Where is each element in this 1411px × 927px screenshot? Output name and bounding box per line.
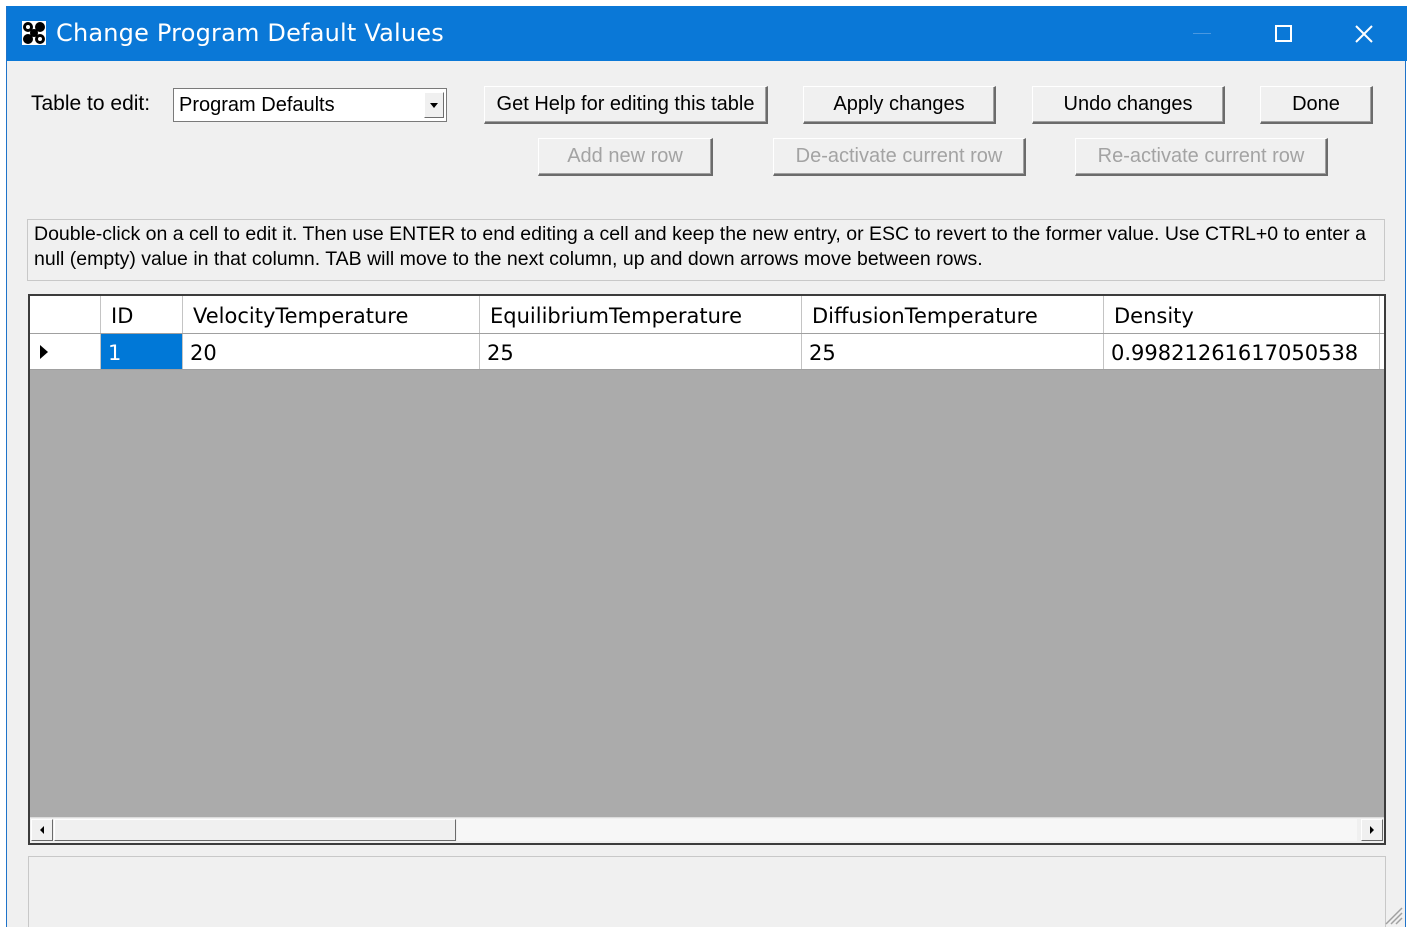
maximize-icon — [1274, 25, 1292, 42]
current-row-arrow-icon — [40, 345, 48, 359]
undo-changes-button[interactable]: Undo changes — [1032, 86, 1225, 124]
help-text: Double-click on a cell to edit it. Then … — [27, 219, 1385, 281]
column-header-equilibrium-temperature[interactable]: EquilibriumTemperature — [480, 296, 802, 333]
table-to-edit-label: Table to edit: — [31, 92, 151, 115]
get-help-button[interactable]: Get Help for editing this table — [484, 86, 768, 124]
cell-velocity-temperature[interactable]: 20 — [183, 334, 480, 369]
column-header-velocity-temperature[interactable]: VelocityTemperature — [183, 296, 480, 333]
window-title: Change Program Default Values — [56, 19, 444, 47]
cell-id[interactable]: 1 — [101, 334, 183, 369]
horizontal-scrollbar[interactable] — [30, 817, 1384, 843]
row-header-corner[interactable] — [30, 296, 101, 333]
table-select-value: Program Defaults — [179, 94, 335, 116]
arrow-left-icon — [40, 826, 44, 834]
table-row[interactable]: 1 20 25 25 0.99821261617050538 — [30, 334, 1384, 370]
chevron-down-icon — [430, 102, 438, 108]
title-bar[interactable]: Change Program Default Values — [7, 6, 1407, 61]
reactivate-row-button[interactable]: Re-activate current row — [1075, 138, 1328, 176]
minimize-button[interactable] — [1162, 6, 1242, 61]
dropdown-button[interactable] — [424, 92, 444, 118]
scrollbar-track[interactable] — [457, 819, 1357, 841]
dialog-window: Change Program Default Values Table to e… — [6, 6, 1407, 927]
status-panel — [28, 856, 1386, 927]
maximize-button[interactable] — [1243, 6, 1323, 61]
column-header-id[interactable]: ID — [101, 296, 183, 333]
cell-density[interactable]: 0.99821261617050538 — [1104, 334, 1380, 369]
data-grid[interactable]: ID VelocityTemperature EquilibriumTemper… — [28, 294, 1386, 845]
column-header-density[interactable]: Density — [1104, 296, 1380, 333]
minimize-icon — [1193, 33, 1211, 34]
apply-changes-button[interactable]: Apply changes — [803, 86, 996, 124]
scroll-right-button[interactable] — [1361, 819, 1383, 841]
app-icon — [22, 21, 46, 45]
row-header[interactable] — [30, 334, 101, 369]
arrow-right-icon — [1370, 826, 1374, 834]
cell-diffusion-temperature[interactable]: 25 — [802, 334, 1104, 369]
scroll-left-button[interactable] — [31, 819, 53, 841]
close-icon — [1355, 24, 1373, 43]
deactivate-row-button[interactable]: De-activate current row — [773, 138, 1026, 176]
column-header-diffusion-temperature[interactable]: DiffusionTemperature — [802, 296, 1104, 333]
done-button[interactable]: Done — [1260, 86, 1373, 124]
table-select[interactable]: Program Defaults — [173, 88, 447, 122]
close-button[interactable] — [1324, 6, 1404, 61]
add-new-row-button[interactable]: Add new row — [538, 138, 713, 176]
resize-grip-icon[interactable] — [1381, 903, 1403, 925]
grid-header: ID VelocityTemperature EquilibriumTemper… — [30, 296, 1384, 334]
cell-equilibrium-temperature[interactable]: 25 — [480, 334, 802, 369]
scrollbar-thumb[interactable] — [54, 819, 456, 841]
